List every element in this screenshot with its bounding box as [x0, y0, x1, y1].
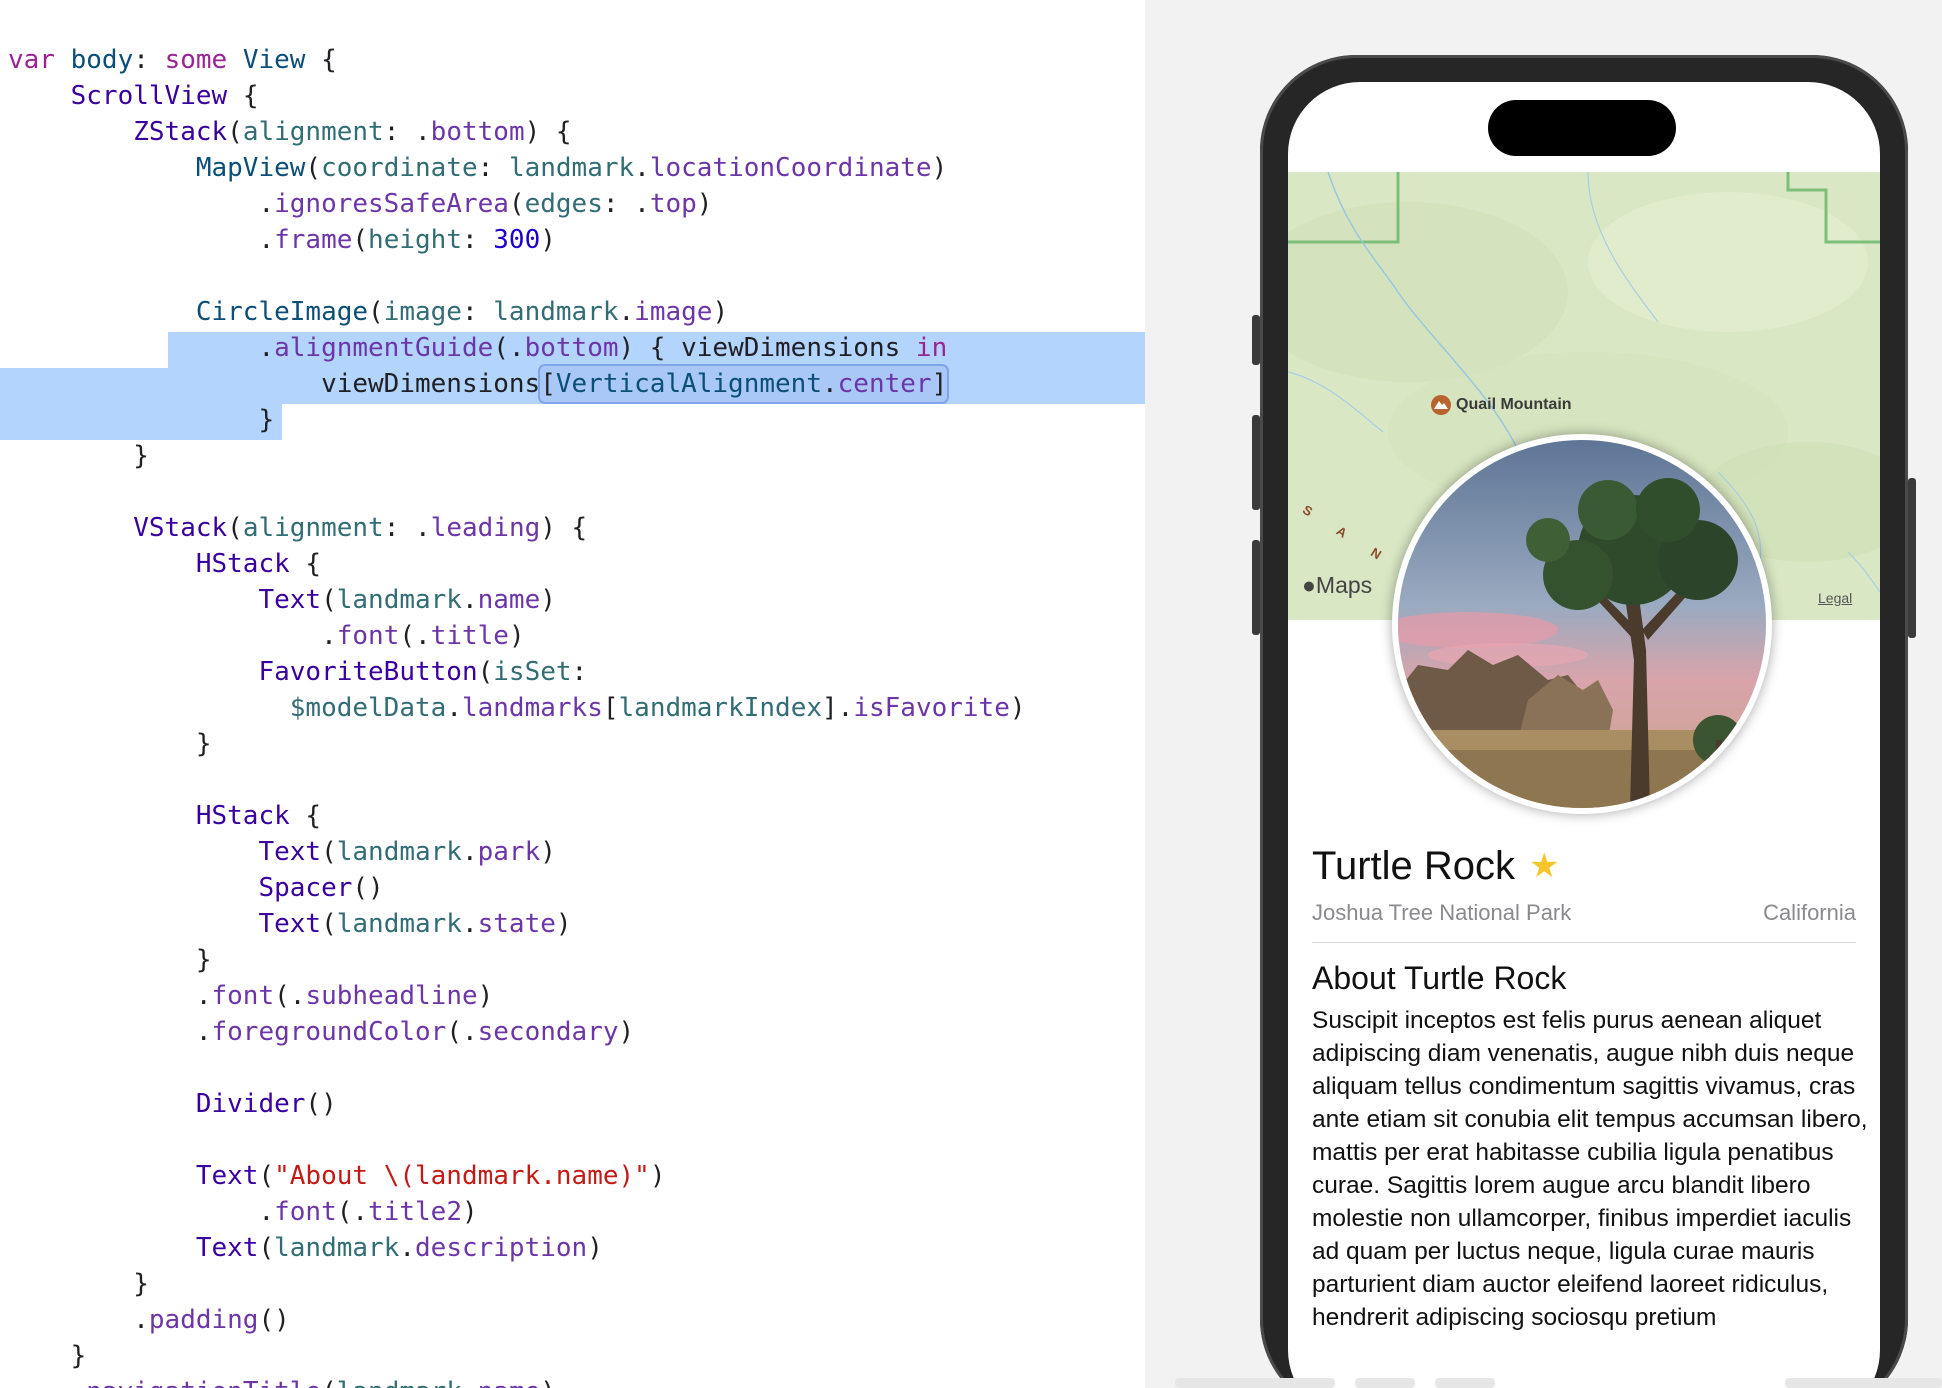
about-heading: About Turtle Rock [1312, 960, 1567, 996]
volume-down-button [1252, 540, 1260, 635]
code-line[interactable]: Text(landmark.state) [8, 906, 571, 942]
code-line[interactable]: .font(.subheadline) [8, 978, 493, 1014]
code-line[interactable]: CircleImage(image: landmark.image) [8, 294, 728, 330]
code-line[interactable]: } [8, 438, 149, 474]
canvas-toolbar-hint [1175, 1378, 1335, 1388]
mountain-peak-icon [1431, 395, 1451, 415]
code-line[interactable]: ZStack(alignment: .bottom) { [8, 114, 571, 150]
volume-up-button [1252, 415, 1260, 510]
action-button [1252, 315, 1260, 365]
code-line[interactable]: var body: some View { [8, 42, 337, 78]
code-line[interactable]: VStack(alignment: .leading) { [8, 510, 587, 546]
canvas-toolbar-hint [1785, 1378, 1942, 1388]
code-line[interactable]: } [8, 942, 212, 978]
favorite-star-icon[interactable]: ★ [1529, 846, 1559, 886]
code-line[interactable]: FavoriteButton(isSet: [8, 654, 587, 690]
map-legal-link[interactable]: Legal [1818, 590, 1852, 606]
code-line[interactable]: Text(landmark.description) [8, 1230, 603, 1266]
code-line[interactable]: ScrollView { [8, 78, 259, 114]
code-line[interactable]: .foregroundColor(.secondary) [8, 1014, 634, 1050]
device-screen[interactable]: Quail Mountain S A N E ●Maps Legal Turtl… [1288, 82, 1880, 1388]
divider [1312, 942, 1856, 943]
code-editor[interactable]: var body: some View { ScrollView { ZStac… [0, 0, 1145, 1388]
landmark-title: Turtle Rock [1312, 843, 1516, 888]
joshua-tree-photo-icon [1398, 440, 1766, 808]
code-line[interactable]: HStack { [8, 798, 321, 834]
code-line[interactable]: Spacer() [8, 870, 383, 906]
canvas-toolbar-hint [1435, 1378, 1495, 1388]
code-line[interactable]: .font(.title) [8, 618, 525, 654]
code-line[interactable]: } [8, 1338, 87, 1374]
code-line[interactable]: } [8, 402, 274, 438]
canvas-toolbar-hint [1355, 1378, 1415, 1388]
code-line[interactable]: Divider() [8, 1086, 337, 1122]
code-line[interactable]: Text("About \(landmark.name)") [8, 1158, 666, 1194]
code-line[interactable]: .alignmentGuide(.bottom) { viewDimension… [8, 330, 947, 366]
power-button [1908, 478, 1916, 638]
code-line[interactable]: Text(landmark.name) [8, 582, 555, 618]
dynamic-island [1488, 100, 1676, 156]
circle-image [1392, 434, 1772, 814]
landmark-description: Suscipit inceptos est felis purus aenean… [1312, 1007, 1868, 1331]
state-label: California [1763, 900, 1856, 925]
code-line[interactable]: Text(landmark.park) [8, 834, 555, 870]
code-line[interactable]: .ignoresSafeArea(edges: .top) [8, 186, 712, 222]
code-line[interactable]: .frame(height: 300) [8, 222, 555, 258]
code-line[interactable]: .font(.title2) [8, 1194, 477, 1230]
code-line[interactable]: HStack { [8, 546, 321, 582]
code-line[interactable]: } [8, 726, 212, 762]
canvas-preview: Quail Mountain S A N E ●Maps Legal Turtl… [1145, 0, 1942, 1388]
code-line[interactable]: .padding() [8, 1302, 290, 1338]
apple-maps-logo[interactable]: ●Maps [1302, 572, 1372, 599]
park-label: Joshua Tree National Park [1312, 900, 1572, 925]
code-line[interactable]: .navigationTitle(landmark.name) [8, 1374, 556, 1388]
code-line[interactable]: $modelData.landmarks[landmarkIndex].isFa… [8, 690, 1026, 726]
apple-logo-icon: ● [1302, 572, 1316, 598]
code-line[interactable]: } [8, 1266, 149, 1302]
code-line[interactable]: viewDimensions[VerticalAlignment.center] [8, 366, 948, 402]
code-line[interactable]: MapView(coordinate: landmark.locationCoo… [8, 150, 947, 186]
map-place-label: Quail Mountain [1456, 396, 1572, 413]
